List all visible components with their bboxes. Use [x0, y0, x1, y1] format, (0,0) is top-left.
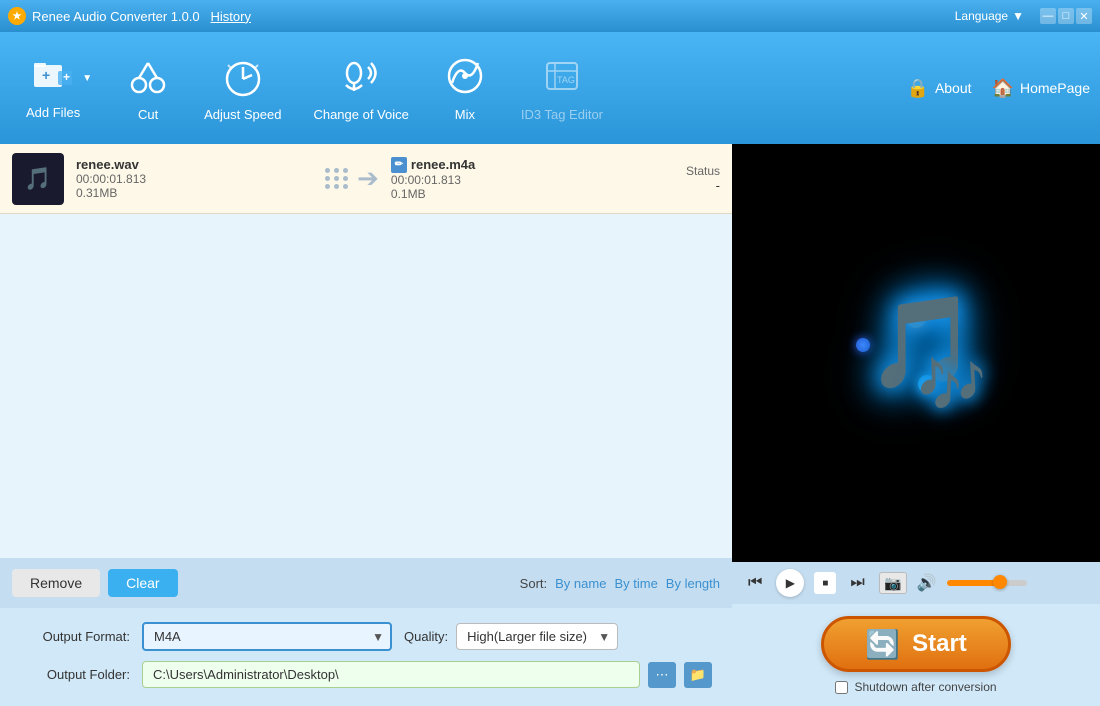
- toolbar-right: 🔒 About 🏠 HomePage: [907, 78, 1090, 99]
- output-format-label: Output Format:: [20, 629, 130, 644]
- edit-filename-button[interactable]: ✏: [391, 157, 407, 173]
- remove-button[interactable]: Remove: [12, 569, 100, 597]
- table-row: 🎵 renee.wav 00:00:01.813 0.31MB ➔: [0, 144, 732, 214]
- music-note-small: 🎶: [918, 353, 986, 418]
- file-output-info: ✏ renee.m4a 00:00:01.813 0.1MB: [391, 157, 628, 201]
- add-files-button[interactable]: + + Add Files ▼: [10, 32, 108, 144]
- clear-button[interactable]: Clear: [108, 569, 177, 597]
- source-filename: renee.wav: [76, 157, 313, 172]
- output-format-row: Output Format: M4A MP3 WAV AAC OGG FLAC …: [20, 622, 712, 651]
- file-thumbnail: 🎵: [12, 153, 64, 205]
- change-of-voice-button[interactable]: Change of Voice: [297, 32, 424, 144]
- shutdown-checkbox[interactable]: [835, 681, 848, 694]
- quality-label: Quality:: [404, 629, 448, 644]
- screenshot-button[interactable]: 📷: [879, 572, 907, 594]
- app-logo: ★: [8, 7, 26, 25]
- about-button[interactable]: 🔒 About: [907, 78, 972, 99]
- source-duration: 00:00:01.813: [76, 172, 313, 186]
- left-panel: 🎵 renee.wav 00:00:01.813 0.31MB ➔: [0, 144, 732, 706]
- titlebar: ★ Renee Audio Converter 1.0.0 History La…: [0, 0, 1100, 32]
- change-of-voice-icon: [338, 55, 384, 103]
- mix-button[interactable]: Mix: [425, 32, 505, 144]
- output-filename: renee.m4a: [411, 157, 475, 172]
- playback-controls: ⏮ ▶ ■ ⏭ 📷 🔊: [732, 562, 1100, 604]
- quality-wrap: Quality: High(Larger file size) Medium L…: [404, 623, 618, 650]
- mix-icon: [442, 55, 488, 103]
- file-list: 🎵 renee.wav 00:00:01.813 0.31MB ➔: [0, 144, 732, 558]
- output-filename-row: ✏ renee.m4a: [391, 157, 628, 173]
- add-files-icon: + +: [32, 57, 74, 101]
- controls-bar: Remove Clear Sort: By name By time By le…: [0, 558, 732, 608]
- sort-area: Sort: By name By time By length: [520, 576, 720, 591]
- start-icon: 🔄: [865, 628, 900, 661]
- volume-icon: 🔊: [917, 573, 937, 593]
- skip-back-button[interactable]: ⏮: [744, 572, 766, 594]
- main-area: 🎵 renee.wav 00:00:01.813 0.31MB ➔: [0, 144, 1100, 706]
- cut-button[interactable]: Cut: [108, 32, 188, 144]
- music-note-visual: 🎵 🎶: [846, 288, 986, 418]
- format-select-wrap: M4A MP3 WAV AAC OGG FLAC ▼: [142, 622, 392, 651]
- output-size: 0.1MB: [391, 187, 628, 201]
- window-controls[interactable]: — □ ✕: [1040, 8, 1092, 24]
- skip-forward-button[interactable]: ⏭: [846, 572, 868, 594]
- shutdown-label: Shutdown after conversion: [854, 680, 996, 694]
- start-label: Start: [912, 630, 967, 658]
- start-button[interactable]: 🔄 Start: [821, 616, 1011, 672]
- play-button[interactable]: ▶: [776, 569, 804, 597]
- language-button[interactable]: Language ▼: [955, 9, 1024, 23]
- open-folder-button[interactable]: 📁: [684, 662, 712, 688]
- bottom-settings: Output Format: M4A MP3 WAV AAC OGG FLAC …: [0, 608, 732, 698]
- home-icon: 🏠: [992, 78, 1014, 99]
- svg-text:+: +: [42, 67, 50, 83]
- output-folder-input[interactable]: [142, 661, 640, 688]
- about-icon: 🔒: [907, 78, 929, 99]
- id3-tag-editor-button[interactable]: TAG ID3 Tag Editor: [505, 32, 619, 144]
- minimize-button[interactable]: —: [1040, 8, 1056, 24]
- homepage-button[interactable]: 🏠 HomePage: [992, 78, 1090, 99]
- output-folder-label: Output Folder:: [20, 667, 130, 682]
- svg-text:TAG: TAG: [557, 75, 575, 85]
- start-section: 🔄 Start Shutdown after conversion: [732, 604, 1100, 706]
- stop-button[interactable]: ■: [814, 572, 836, 594]
- file-status: Status -: [640, 164, 720, 193]
- adjust-speed-button[interactable]: Adjust Speed: [188, 32, 297, 144]
- format-select[interactable]: M4A MP3 WAV AAC OGG FLAC: [142, 622, 392, 651]
- maximize-button[interactable]: □: [1058, 8, 1074, 24]
- shutdown-row: Shutdown after conversion: [835, 680, 996, 694]
- output-folder-row: Output Folder: ⋯ 📁: [20, 661, 712, 688]
- sort-label: Sort:: [520, 576, 547, 591]
- sort-by-time[interactable]: By time: [614, 576, 657, 591]
- conversion-arrow: ➔: [325, 163, 379, 194]
- arrow-dots: [325, 168, 349, 189]
- bottom-settings-area: Output Format: M4A MP3 WAV AAC OGG FLAC …: [0, 608, 732, 706]
- close-button[interactable]: ✕: [1076, 8, 1092, 24]
- right-panel: 🎵 🎶 ⏮ ▶ ■ ⏭ 📷 🔊 🔄 Start Shutdown af: [732, 144, 1100, 706]
- browse-folder-button[interactable]: ⋯: [648, 662, 676, 688]
- quality-select[interactable]: High(Larger file size) Medium Low: [456, 623, 618, 650]
- preview-area: 🎵 🎶: [732, 144, 1100, 562]
- file-source-info: renee.wav 00:00:01.813 0.31MB: [76, 157, 313, 200]
- sort-by-length[interactable]: By length: [666, 576, 720, 591]
- app-title: Renee Audio Converter 1.0.0 History: [32, 9, 955, 24]
- folder-input-row: ⋯ 📁: [142, 661, 712, 688]
- svg-text:+: +: [63, 70, 70, 84]
- volume-knob[interactable]: [993, 575, 1007, 589]
- output-duration: 00:00:01.813: [391, 173, 628, 187]
- volume-slider[interactable]: [947, 580, 1027, 586]
- cut-icon: [127, 55, 169, 103]
- toolbar: + + Add Files ▼ Cut: [0, 32, 1100, 144]
- id3-tag-icon: TAG: [539, 55, 585, 103]
- adjust-speed-icon: [220, 55, 266, 103]
- sort-by-name[interactable]: By name: [555, 576, 606, 591]
- source-size: 0.31MB: [76, 186, 313, 200]
